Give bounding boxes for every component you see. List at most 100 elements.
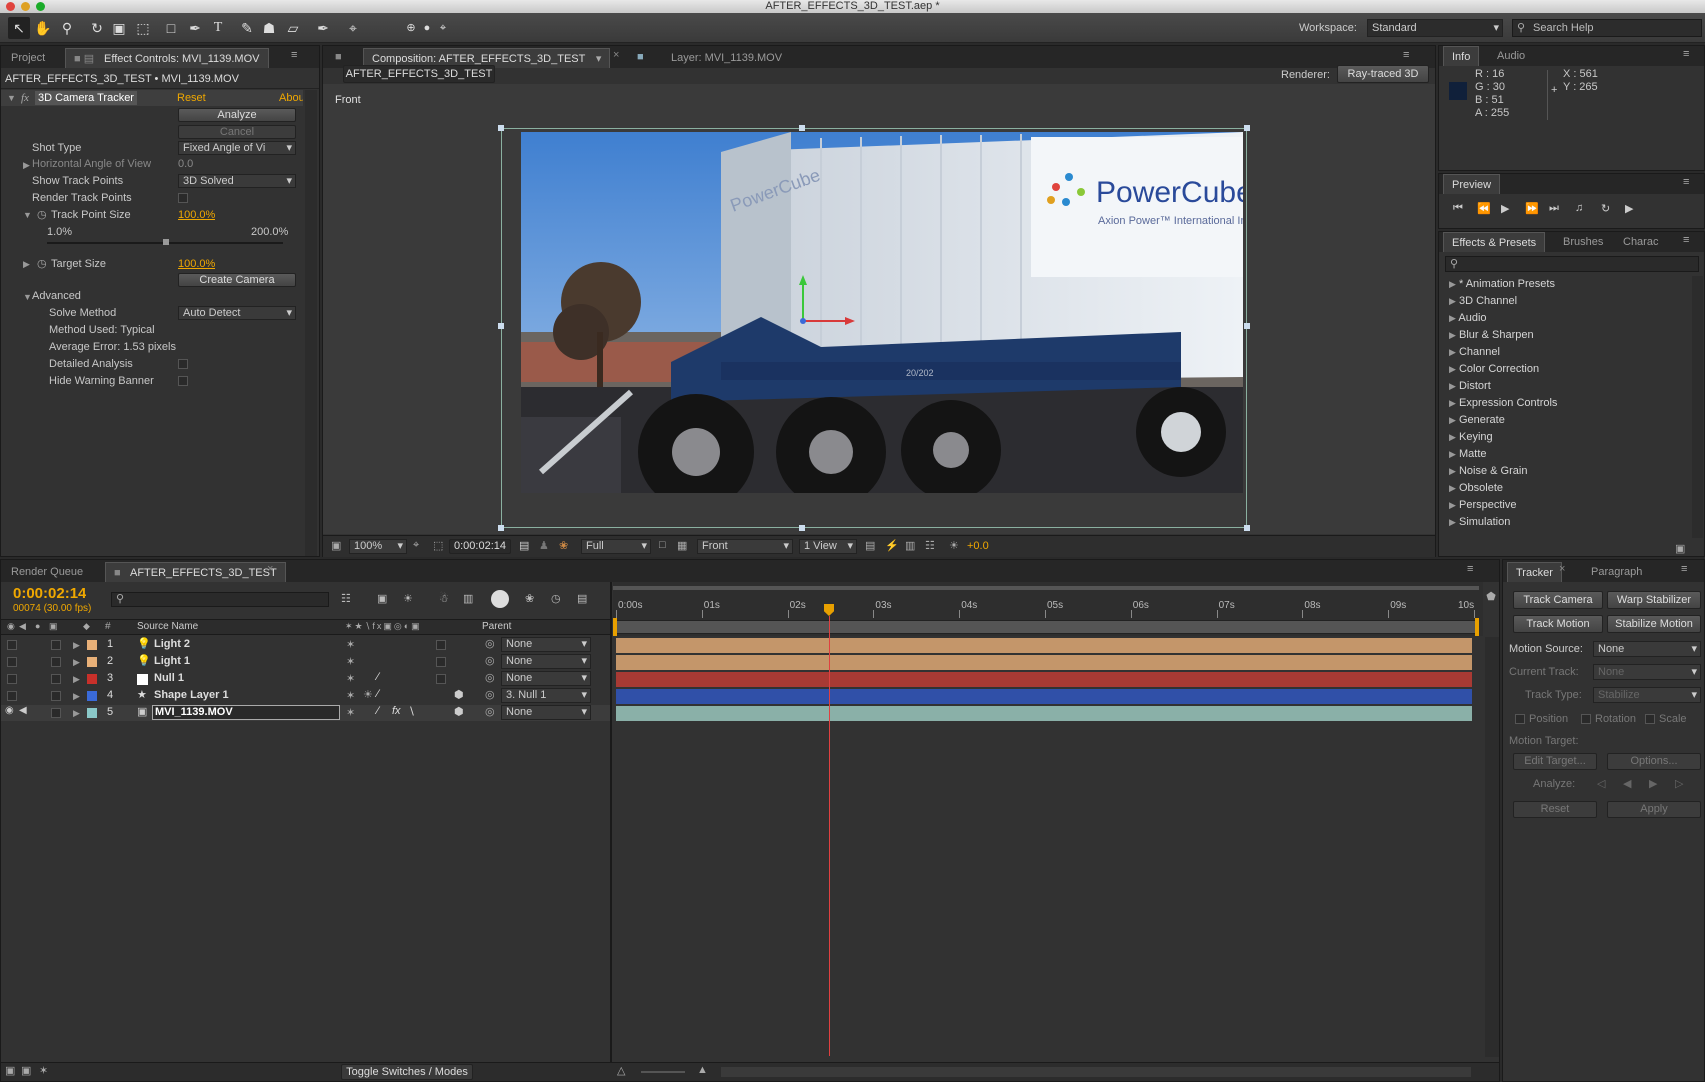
3d-layer-icon[interactable]: ⬢ [454, 688, 464, 701]
quality-icon[interactable]: ∕ [377, 688, 379, 700]
pen-icon[interactable]: ✒ [184, 17, 206, 39]
axis-gizmo[interactable] [793, 271, 863, 341]
mask-visibility-icon[interactable]: ⬚ [433, 539, 443, 552]
new-folder-icon[interactable]: ▣ [1675, 542, 1685, 555]
live-update-icon[interactable]: ▣ [377, 592, 387, 605]
analyze-forward-icon[interactable]: ▶ [1649, 777, 1657, 790]
3d-switch[interactable] [436, 640, 446, 650]
visibility-toggle[interactable] [7, 674, 17, 684]
collapse-icon[interactable]: ☀ [363, 688, 373, 701]
position-checkbox[interactable] [1515, 714, 1525, 724]
track-camera-button[interactable]: Track Camera [1513, 591, 1603, 609]
eraser-icon[interactable]: ▱ [282, 17, 304, 39]
options-button[interactable]: Options... [1607, 753, 1701, 770]
brainstorm-icon[interactable]: ❀ [525, 592, 534, 605]
brush-icon[interactable]: ✎ [236, 17, 258, 39]
tab-paragraph[interactable]: Paragraph [1583, 562, 1650, 582]
expand-layer-icon[interactable]: ▶ [73, 708, 80, 719]
analyze-forward-frame-icon[interactable]: ▷ [1675, 777, 1683, 790]
table-row[interactable]: ▶ 3 Null 1 ✶ ∕ ◎ None [1, 671, 610, 687]
track-type-select[interactable]: Stabilize [1593, 687, 1701, 703]
close-window-button[interactable] [6, 2, 15, 11]
slider-handle[interactable] [163, 239, 169, 245]
list-item[interactable]: ▶ Perspective [1449, 497, 1516, 513]
panel-menu-icon[interactable]: ≡ [1683, 234, 1689, 246]
rotation-checkbox[interactable] [1581, 714, 1591, 724]
work-area-bar[interactable] [613, 586, 1479, 590]
loop-icon[interactable]: ↻ [1601, 202, 1610, 215]
collapse-effect-icon[interactable]: ▼ [7, 93, 16, 103]
work-area[interactable] [613, 620, 1479, 634]
flowchart-icon[interactable]: ☷ [925, 539, 935, 552]
zoom-in-icon[interactable]: ▲ [697, 1064, 708, 1076]
lock-toggle[interactable] [51, 691, 61, 701]
camera-orbit-icon[interactable]: ▣ [108, 17, 130, 39]
list-item[interactable]: ▶ 3D Channel [1449, 293, 1517, 309]
tab-timeline-comp[interactable]: ■ AFTER_EFFECTS_3D_TEST [105, 562, 286, 582]
warp-stabilizer-button[interactable]: Warp Stabilizer [1607, 591, 1701, 609]
tab-tracker[interactable]: Tracker [1507, 562, 1562, 582]
time-navigator[interactable] [721, 1067, 1471, 1077]
bbox-handle[interactable] [498, 323, 504, 329]
parent-select[interactable]: None [501, 705, 591, 720]
track-motion-button[interactable]: Track Motion [1513, 615, 1603, 633]
3d-view-select[interactable]: Front [697, 539, 793, 554]
motion-source-select[interactable]: None [1593, 641, 1701, 657]
tab-brushes[interactable]: Brushes [1555, 232, 1611, 252]
edit-target-button[interactable]: Edit Target... [1513, 753, 1597, 770]
solve-method-select[interactable]: Auto Detect [178, 306, 296, 320]
workspace-select[interactable]: Standard [1367, 19, 1503, 37]
parent-select[interactable]: 3. Null 1 [501, 688, 591, 703]
ram-preview-icon[interactable]: ▶ [1625, 202, 1633, 215]
frame-blending-icon[interactable]: ▥ [463, 592, 473, 605]
tab-character[interactable]: Charac [1615, 232, 1666, 252]
switch-icon[interactable]: ✶ [346, 706, 355, 719]
fast-previews-icon[interactable]: ⚡ [885, 539, 899, 552]
parent-select[interactable]: None [501, 671, 591, 686]
label-color-swatch[interactable] [87, 691, 97, 701]
list-item[interactable]: ▶ Channel [1449, 344, 1500, 360]
visibility-toggle[interactable] [7, 691, 17, 701]
label-icon[interactable]: ◆ [83, 621, 90, 632]
snapshot-icon[interactable]: ▤ [519, 539, 529, 552]
solo-icon[interactable]: ● [35, 621, 40, 631]
stabilize-motion-button[interactable]: Stabilize Motion [1607, 615, 1701, 633]
select-icon[interactable]: ↖ [8, 17, 30, 39]
zoom-window-button[interactable] [36, 2, 45, 11]
visibility-toggle[interactable] [7, 640, 17, 650]
rectangle-icon[interactable]: □ [160, 17, 182, 39]
switch-icon[interactable]: ✶ [346, 689, 355, 702]
last-frame-icon[interactable]: ⏭ [1549, 202, 1559, 215]
about-link[interactable]: Abou [279, 92, 303, 104]
parent-select[interactable]: None [501, 637, 591, 652]
panel-menu-icon[interactable]: ≡ [291, 49, 297, 61]
puppet-pin-icon[interactable]: ⌖ [342, 17, 364, 39]
visibility-toggle[interactable] [7, 657, 17, 667]
tab-preview[interactable]: Preview [1443, 174, 1501, 194]
panel-menu-icon[interactable]: ≡ [1681, 563, 1687, 575]
first-frame-icon[interactable]: ⏮ [1453, 202, 1463, 215]
horizontal-angle-value[interactable]: 0.0 [178, 158, 193, 170]
minimize-window-button[interactable] [21, 2, 30, 11]
close-tab-icon[interactable]: × [267, 563, 273, 575]
panel-menu-icon[interactable]: ≡ [1683, 176, 1689, 188]
tab-info[interactable]: Info [1443, 46, 1480, 66]
label-color-swatch[interactable] [87, 708, 97, 718]
clone-stamp-icon[interactable]: ☗ [258, 17, 280, 39]
resolution-select[interactable]: Full [581, 539, 651, 554]
expand-target-size-icon[interactable]: ▶ [23, 259, 30, 270]
panel-menu-icon[interactable]: ≡ [1403, 49, 1409, 61]
audio-icon[interactable]: ◀ [19, 621, 26, 632]
hide-shy-icon[interactable]: ☃ [439, 592, 449, 605]
next-frame-icon[interactable]: ⏩ [1525, 202, 1539, 215]
toggle-switches-modes-button[interactable]: Toggle Switches / Modes [341, 1064, 473, 1080]
tab-project[interactable]: Project [3, 48, 53, 68]
show-track-points-select[interactable]: 3D Solved [178, 174, 296, 188]
layer-bar[interactable] [616, 655, 1472, 670]
table-row[interactable]: ▶ 4 ★ Shape Layer 1 ✶ ☀ ∕ ⬢ ◎ 3. Null 1 [1, 688, 610, 704]
current-track-select[interactable]: None [1593, 664, 1701, 680]
list-item[interactable]: ▶ Distort [1449, 378, 1491, 394]
label-color-swatch[interactable] [87, 674, 97, 684]
bbox-handle[interactable] [799, 525, 805, 531]
exposure-reset-icon[interactable]: ☀ [949, 539, 959, 552]
